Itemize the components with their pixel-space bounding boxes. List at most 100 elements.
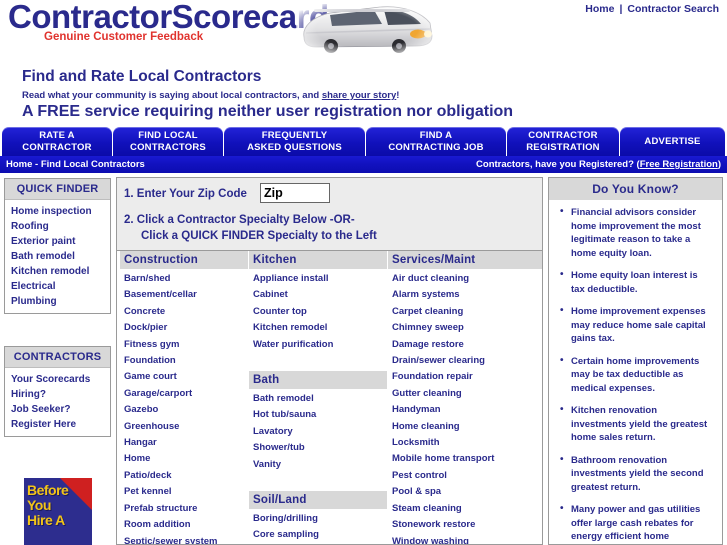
specialty-link-shower-tub[interactable]: Shower/tub [249, 440, 387, 456]
did-you-know-fact: Home improvement expenses may reduce hom… [560, 304, 714, 346]
specialty-link-concrete[interactable]: Concrete [120, 304, 248, 320]
specialty-link-water-purification[interactable]: Water purification [249, 337, 387, 353]
contractors-panel: CONTRACTORS Your Scorecards Hiring? Job Se… [4, 346, 111, 437]
specialty-link-bath-remodel[interactable]: Bath remodel [249, 391, 387, 407]
quick-finder-list: Home inspection Roofing Exterior paint Bath… [5, 200, 110, 313]
specialty-link-cabinet[interactable]: Cabinet [249, 287, 387, 303]
share-your-story-link[interactable]: share your story [322, 90, 396, 101]
tab-label-line1: RATE A [39, 129, 75, 141]
specialty-link-pet-kennel[interactable]: Pet kennel [120, 484, 248, 500]
contractors-list: Your Scorecards Hiring? Job Seeker? Registe… [5, 368, 110, 436]
specialty-link-counter-top[interactable]: Counter top [249, 304, 387, 320]
quick-finder-item-plumbing[interactable]: Plumbing [5, 294, 110, 309]
specialty-link-garage-carport[interactable]: Garage/carport [120, 386, 248, 402]
category-spacer [249, 353, 387, 371]
tab-contractor-registration[interactable]: CONTRACTOR REGISTRATION [507, 127, 619, 156]
did-you-know-panel: Do You Know? Financial advisors consider… [548, 177, 723, 545]
specialty-link-core-sampling[interactable]: Core sampling [249, 527, 387, 543]
quick-finder-item-bath-remodel[interactable]: Bath remodel [5, 249, 110, 264]
contractors-item-register-here[interactable]: Register Here [5, 417, 110, 432]
specialty-link-chimney-sweep[interactable]: Chimney sweep [388, 320, 542, 336]
contractors-item-your-scorecards[interactable]: Your Scorecards [5, 372, 110, 387]
did-you-know-list: Financial advisors consider home improve… [549, 200, 722, 544]
quick-finder-item-electrical[interactable]: Electrical [5, 279, 110, 294]
specialty-link-steam-cleaning[interactable]: Steam cleaning [388, 501, 542, 517]
registration-prompt: Contractors, have you Registered? (Free … [476, 159, 721, 170]
contractors-item-job-seeker[interactable]: Job Seeker? [5, 402, 110, 417]
steps-block: 1. Enter Your Zip Code 2. Click a Contra… [117, 178, 542, 251]
specialty-link-kitchen-remodel[interactable]: Kitchen remodel [249, 320, 387, 336]
specialty-link-handyman[interactable]: Handyman [388, 402, 542, 418]
tab-advertise[interactable]: ADVERTISE [620, 127, 725, 156]
tab-find-a-contracting-job[interactable]: FIND A CONTRACTING JOB [366, 127, 506, 156]
quick-finder-item-roofing[interactable]: Roofing [5, 219, 110, 234]
specialty-link-room-addition[interactable]: Room addition [120, 517, 248, 533]
tab-label-line1: FIND A [419, 129, 453, 141]
tab-label-line2: CONTRACTING JOB [388, 141, 484, 153]
subtitle-suffix: ! [396, 90, 400, 101]
topnav-home-link[interactable]: Home [585, 3, 614, 15]
before-you-hire-ad[interactable]: Before You Hire A [24, 478, 92, 545]
specialty-link-locksmith[interactable]: Locksmith [388, 435, 542, 451]
specialty-link-boring-drilling[interactable]: Boring/drilling [249, 511, 387, 527]
ad-line-3: Hire A [27, 512, 65, 528]
specialty-link-appliance-install[interactable]: Appliance install [249, 271, 387, 287]
quick-finder-item-home-inspection[interactable]: Home inspection [5, 204, 110, 219]
specialty-link-window-washing[interactable]: Window washing [388, 534, 542, 545]
did-you-know-fact: Kitchen renovation investments yield the… [560, 403, 714, 445]
site-logo-tagline: Genuine Customer Feedback [44, 31, 204, 43]
specialty-link-barn-shed[interactable]: Barn/shed [120, 271, 248, 287]
specialty-link-hangar[interactable]: Hangar [120, 435, 248, 451]
tab-find-local-contractors[interactable]: FIND LOCAL CONTRACTORS [113, 127, 223, 156]
specialty-link-mobile-home-transport[interactable]: Mobile home transport [388, 451, 542, 467]
category-header-bath: Bath [249, 371, 387, 390]
top-navigation: Home | Contractor Search [585, 3, 719, 15]
specialty-link-pest-control[interactable]: Pest control [388, 468, 542, 484]
tab-frequently-asked-questions[interactable]: FREQUENTLY ASKED QUESTIONS [224, 127, 365, 156]
specialty-link-fitness-gym[interactable]: Fitness gym [120, 337, 248, 353]
specialty-link-vanity[interactable]: Vanity [249, 457, 387, 473]
breadcrumb-bar: Home - Find Local Contractors Contractor… [0, 156, 727, 173]
specialty-link-drain-sewer-clearing[interactable]: Drain/sewer clearing [388, 353, 542, 369]
specialty-link-basement-cellar[interactable]: Basement/cellar [120, 287, 248, 303]
specialty-link-home-cleaning[interactable]: Home cleaning [388, 419, 542, 435]
specialty-link-greenhouse[interactable]: Greenhouse [120, 419, 248, 435]
did-you-know-fact: Certain home improvements may be tax ded… [560, 354, 714, 396]
free-registration-link[interactable]: Free Registration [640, 159, 718, 170]
specialty-link-patio-deck[interactable]: Patio/deck [120, 468, 248, 484]
quick-finder-title: QUICK FINDER [5, 179, 110, 200]
specialty-link-septic-sewer-system[interactable]: Septic/sewer system [120, 534, 248, 545]
specialty-link-foundation-repair[interactable]: Foundation repair [388, 369, 542, 385]
specialty-link-damage-restore[interactable]: Damage restore [388, 337, 542, 353]
specialty-link-game-court[interactable]: Game court [120, 369, 248, 385]
specialty-link-dock-pier[interactable]: Dock/pier [120, 320, 248, 336]
zip-code-input[interactable] [260, 183, 330, 203]
step-2-alt-label: Click a QUICK FINDER Specialty to the Le… [141, 230, 377, 242]
specialty-link-gazebo[interactable]: Gazebo [120, 402, 248, 418]
specialty-link-alarm-systems[interactable]: Alarm systems [388, 287, 542, 303]
registration-prompt-close: ) [717, 159, 721, 170]
specialty-link-gutter-cleaning[interactable]: Gutter cleaning [388, 386, 542, 402]
specialty-link-lavatory[interactable]: Lavatory [249, 424, 387, 440]
tab-label-line1: ADVERTISE [644, 135, 701, 147]
tab-label-line1: CONTRACTOR [528, 129, 598, 141]
specialty-link-pool-spa[interactable]: Pool & spa [388, 484, 542, 500]
step-1-label: 1. Enter Your Zip Code [124, 188, 247, 200]
specialty-link-stonework-restore[interactable]: Stonework restore [388, 517, 542, 533]
specialty-link-home[interactable]: Home [120, 451, 248, 467]
specialty-link-carpet-cleaning[interactable]: Carpet cleaning [388, 304, 542, 320]
contractors-item-hiring[interactable]: Hiring? [5, 387, 110, 402]
specialty-link-air-duct-cleaning[interactable]: Air duct cleaning [388, 271, 542, 287]
specialty-link-prefab-structure[interactable]: Prefab structure [120, 501, 248, 517]
quick-finder-item-kitchen-remodel[interactable]: Kitchen remodel [5, 264, 110, 279]
tab-rate-a-contractor[interactable]: RATE A CONTRACTOR [2, 127, 112, 156]
quick-finder-item-exterior-paint[interactable]: Exterior paint [5, 234, 110, 249]
specialty-column-2: Kitchen Appliance install Cabinet Counter t… [248, 251, 387, 544]
did-you-know-fact: Financial advisors consider home improve… [560, 205, 714, 260]
ad-line-2: You [27, 497, 51, 513]
specialty-link-hot-tub-sauna[interactable]: Hot tub/sauna [249, 407, 387, 423]
specialty-link-foundation[interactable]: Foundation [120, 353, 248, 369]
topnav-contractor-search-link[interactable]: Contractor Search [627, 3, 719, 15]
subtitle-text: Read what your community is saying about… [22, 90, 322, 101]
category-header-soil-land: Soil/Land [249, 491, 387, 510]
